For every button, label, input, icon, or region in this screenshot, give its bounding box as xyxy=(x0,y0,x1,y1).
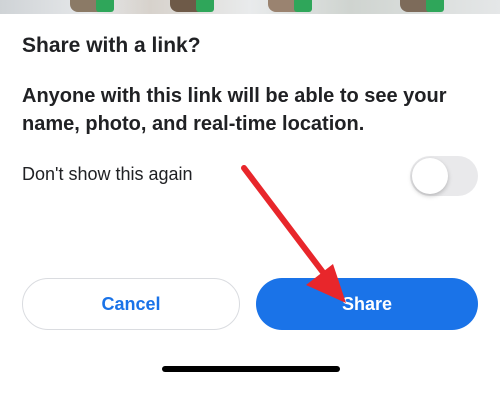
contact-thumbnail xyxy=(268,0,312,12)
cancel-button[interactable]: Cancel xyxy=(22,278,240,330)
whatsapp-icon xyxy=(426,0,444,12)
contact-thumbnail xyxy=(70,0,114,12)
background-contacts-strip xyxy=(0,0,500,14)
whatsapp-icon xyxy=(294,0,312,12)
whatsapp-icon xyxy=(96,0,114,12)
home-indicator xyxy=(162,366,340,372)
share-button[interactable]: Share xyxy=(256,278,478,330)
contact-thumbnail xyxy=(400,0,444,12)
toggle-knob xyxy=(412,158,448,194)
share-link-dialog xyxy=(0,14,500,396)
dialog-title: Share with a link? xyxy=(22,34,201,57)
dialog-message: Anyone with this link will be able to se… xyxy=(22,85,447,135)
dont-show-again-label: Don't show this again xyxy=(22,164,193,184)
dont-show-again-toggle[interactable] xyxy=(410,156,478,196)
whatsapp-icon xyxy=(196,0,214,12)
contact-thumbnail xyxy=(170,0,214,12)
